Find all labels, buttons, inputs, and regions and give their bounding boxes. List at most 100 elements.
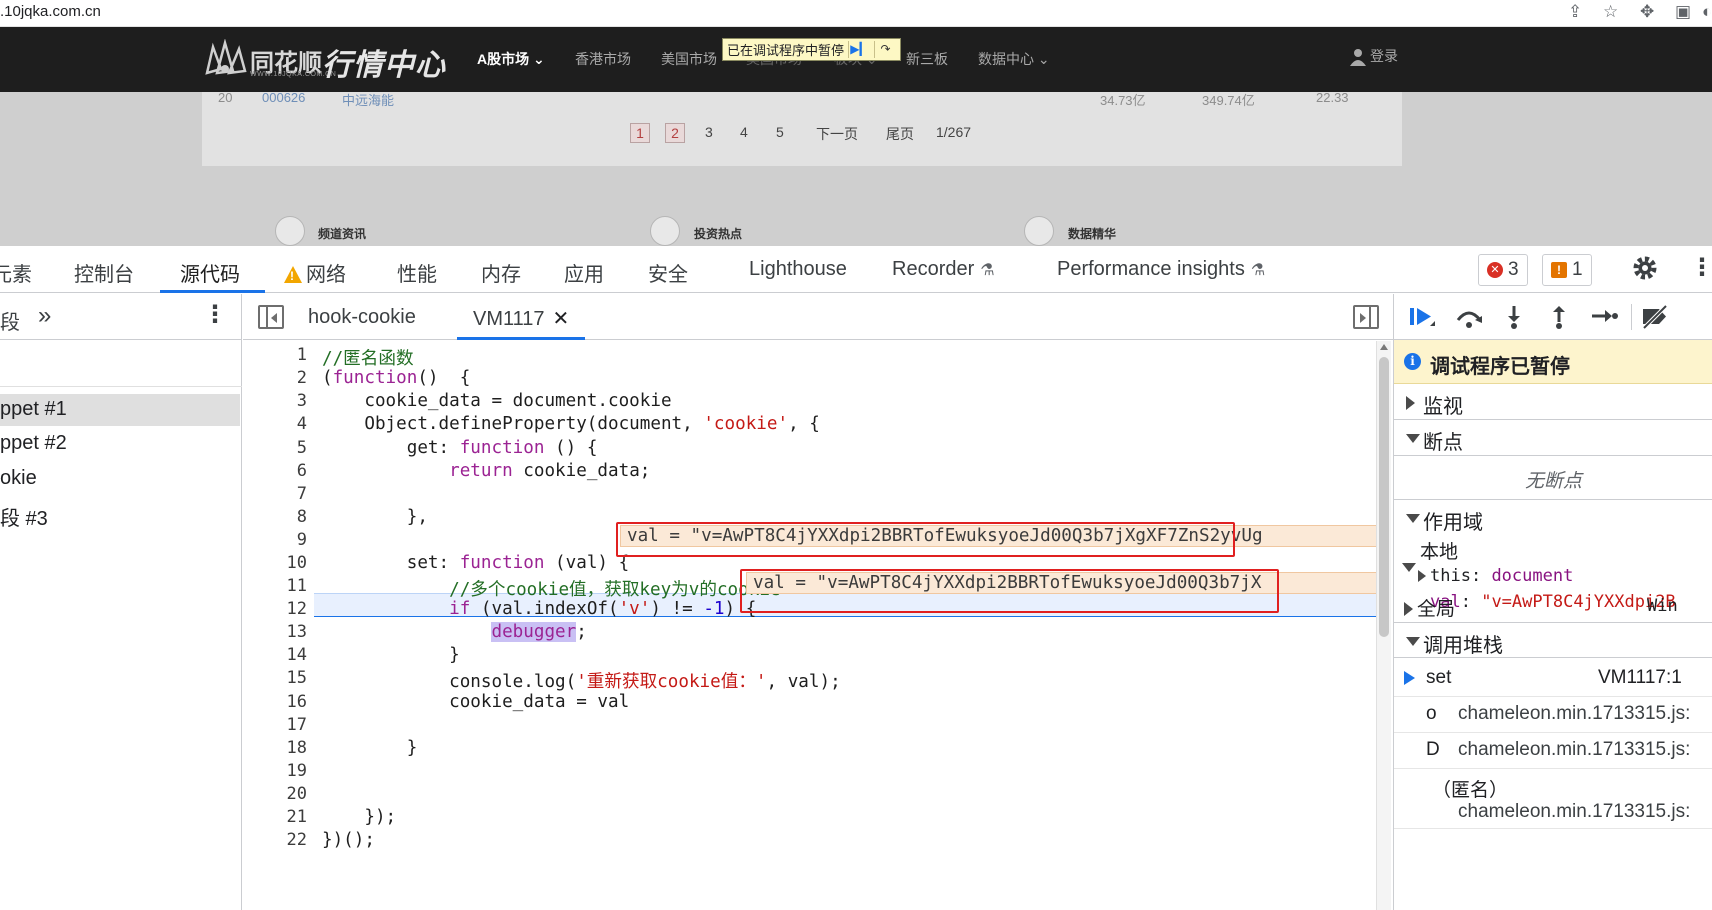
navigator-menu-icon[interactable]: ⋮ [203, 303, 227, 327]
snippet-item[interactable]: 段 #3 [0, 498, 240, 530]
line-number[interactable]: 12 [243, 599, 307, 619]
line-number[interactable]: 7 [243, 484, 307, 504]
line-number[interactable]: 21 [243, 807, 307, 827]
scope-this[interactable]: this: document [1418, 566, 1573, 586]
line-number[interactable]: 18 [243, 738, 307, 758]
pager-page-2[interactable]: 2 [665, 123, 685, 143]
share-icon[interactable]: ⇪ [1568, 2, 1582, 22]
scroll-up-icon[interactable] [1380, 344, 1388, 350]
pager-page-5[interactable]: 5 [776, 124, 784, 140]
snippet-item[interactable]: okie [0, 463, 240, 495]
section-watch[interactable]: 监视 [1394, 384, 1712, 420]
line-number[interactable]: 19 [243, 761, 307, 781]
code-editor[interactable]: 1 2 3 4 5 6 7 8 9 10 11 12 13 14 15 16 1… [243, 341, 1378, 910]
line-number[interactable]: 20 [243, 784, 307, 804]
line-number[interactable]: 17 [243, 715, 307, 735]
tab-network[interactable]: 网络 [284, 258, 346, 287]
line-number[interactable]: 1 [243, 345, 307, 365]
tab-memory[interactable]: 内存 [481, 258, 521, 287]
site-title[interactable]: 行情中心 [322, 40, 446, 84]
errors-badge[interactable]: ✕ 3 [1478, 254, 1528, 286]
line-number[interactable]: 6 [243, 461, 307, 481]
more-tabs-icon[interactable]: » [38, 302, 51, 330]
step-icon[interactable] [1589, 304, 1619, 330]
call-frame[interactable]: （匿名） chameleon.min.1713315.js: [1394, 769, 1712, 829]
tab-elements[interactable]: 元素 [0, 258, 32, 287]
login-link[interactable]: 登录 [1350, 46, 1398, 67]
line-number-gutter[interactable]: 1 2 3 4 5 6 7 8 9 10 11 12 13 14 15 16 1… [243, 341, 313, 910]
warnings-badge[interactable]: ! 1 [1542, 254, 1592, 286]
scope-global-display[interactable]: 全局 Win [1404, 594, 1709, 621]
line-number[interactable]: 10 [243, 553, 307, 573]
line-number[interactable]: 4 [243, 414, 307, 434]
side-panel-icon[interactable]: ▣ [1675, 2, 1691, 22]
toggle-debugger-icon[interactable] [1353, 305, 1379, 329]
step-into-icon[interactable] [1499, 304, 1529, 330]
devtools-more-menu-icon[interactable]: ⋮ [1690, 256, 1712, 280]
extensions-puzzle-icon[interactable]: ✥ [1640, 2, 1654, 22]
section-breakpoints[interactable]: 断点 [1394, 420, 1712, 456]
section-call-stack[interactable]: 调用堆栈 [1394, 622, 1712, 658]
tab-security[interactable]: 安全 [648, 258, 688, 287]
tab-performance-insights[interactable]: Performance insights ⚗ [1057, 258, 1265, 281]
tab-lighthouse[interactable]: Lighthouse [749, 258, 847, 281]
pager-page-1[interactable]: 1 [630, 123, 650, 143]
call-frame[interactable]: o chameleon.min.1713315.js: [1394, 697, 1712, 733]
resume-icon[interactable] [1407, 304, 1437, 330]
tab-performance[interactable]: 性能 [397, 258, 437, 287]
news-channel-icon[interactable] [275, 216, 305, 246]
line-number[interactable]: 13 [243, 622, 307, 642]
line-number[interactable]: 15 [243, 668, 307, 688]
snippet-item[interactable]: ppet #1 [0, 394, 240, 426]
cut-cell[interactable]: 中远海能 [342, 90, 394, 109]
line-number[interactable]: 9 [243, 530, 307, 550]
pager-page-4[interactable]: 4 [740, 124, 748, 140]
editor-tab-vm1117[interactable]: VM1117 ✕ [473, 306, 569, 331]
nav-hk-market[interactable]: 香港市场 [575, 49, 631, 69]
editor-scrollbar[interactable] [1376, 341, 1391, 910]
toggle-navigator-icon[interactable] [258, 305, 284, 329]
step-out-icon[interactable] [1544, 304, 1574, 330]
bookmark-star-icon[interactable]: ☆ [1603, 2, 1618, 22]
line-number[interactable]: 22 [243, 830, 307, 850]
snippet-item[interactable]: ppet #2 [0, 428, 240, 460]
section-scope[interactable]: 作用域 [1394, 500, 1712, 536]
line-number[interactable]: 14 [243, 645, 307, 665]
tab-recorder[interactable]: Recorder ⚗ [892, 258, 995, 281]
line-number[interactable]: 2 [243, 368, 307, 388]
tab-sources[interactable]: 源代码 [180, 258, 240, 287]
tab-application[interactable]: 应用 [564, 258, 604, 287]
url-text[interactable]: .10jqka.com.cn [0, 3, 101, 20]
call-frame[interactable]: D chameleon.min.1713315.js: [1394, 733, 1712, 769]
pager-next[interactable]: 下一页 [816, 124, 858, 144]
settings-gear-icon[interactable] [1631, 254, 1659, 282]
nav-neeq[interactable]: 新三板 [906, 49, 948, 69]
profile-icon[interactable]: ◐ [1702, 2, 1712, 22]
nav-a-shares[interactable]: A股市场 ⌄ [477, 49, 545, 69]
pager-page-3[interactable]: 3 [705, 124, 713, 140]
tab-console[interactable]: 控制台 [74, 258, 134, 287]
deactivate-breakpoints-icon[interactable] [1640, 304, 1670, 330]
line-number[interactable]: 8 [243, 507, 307, 527]
scrollbar-thumb[interactable] [1379, 357, 1389, 637]
editor-tab-hook-cookie[interactable]: hook-cookie [308, 306, 416, 329]
step-over-icon[interactable] [1454, 304, 1484, 330]
data-highlights-icon[interactable] [1024, 216, 1054, 246]
navigator-tab-snippets[interactable]: 段 [0, 306, 20, 335]
line-number[interactable]: 16 [243, 692, 307, 712]
cut-cell[interactable]: 000626 [262, 90, 305, 105]
line-number[interactable]: 3 [243, 391, 307, 411]
hot-topics-icon[interactable] [650, 216, 680, 246]
line-number[interactable]: 11 [243, 576, 307, 596]
line-number[interactable]: 5 [243, 438, 307, 458]
nav-data-center[interactable]: 数据中心 ⌄ [978, 49, 1050, 69]
footer-link[interactable]: 投资热点 [694, 225, 742, 242]
overlay-step-over-icon[interactable]: ↷ [874, 41, 896, 58]
scope-local[interactable]: 本地 [1402, 537, 1458, 572]
nav-us-market[interactable]: 美国市场 [661, 49, 717, 69]
footer-link[interactable]: 数据精华 [1068, 225, 1116, 242]
overlay-resume-icon[interactable]: ▶▎ [848, 41, 870, 58]
call-frame-current[interactable]: set VM1117:1 [1394, 659, 1712, 697]
pager-last[interactable]: 尾页 [886, 124, 914, 144]
close-tab-icon[interactable]: ✕ [553, 308, 570, 330]
